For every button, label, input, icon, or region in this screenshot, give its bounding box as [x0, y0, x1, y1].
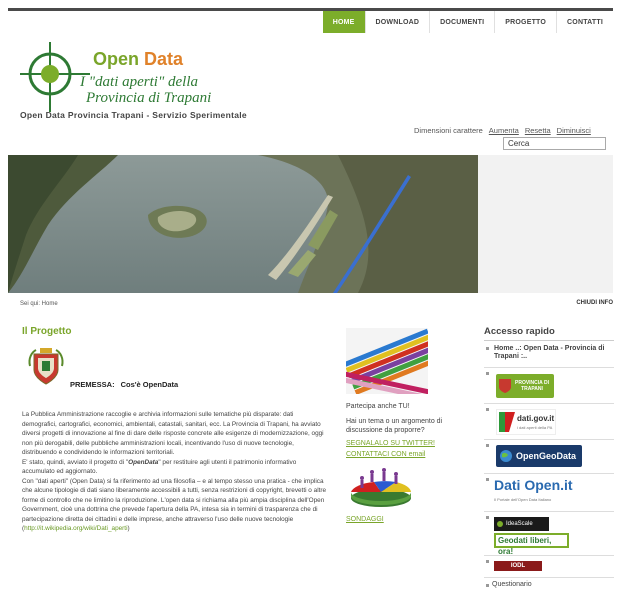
globe-icon: [500, 450, 512, 462]
survey-chart-image[interactable]: [346, 466, 416, 510]
ideascale-label: IdeaScale: [506, 521, 533, 527]
site-tagline: Open Data Provincia Trapani - Servizio S…: [20, 110, 247, 120]
nav-progetto[interactable]: PROGETTO: [494, 11, 556, 33]
ideascale-banner: IdeaScale: [494, 517, 549, 531]
bullet-icon: [486, 584, 489, 587]
font-reset-link[interactable]: Resetta: [525, 126, 551, 135]
paragraph-3-end: ): [127, 525, 130, 532]
provincia-banner: PROVINCIA DI TRAPANI: [496, 374, 554, 398]
opengeodata-label: OpenGeoData: [516, 451, 577, 461]
main-content: Il Progetto PREMESSA: Cos'è OpenData La P…: [22, 326, 329, 532]
article-body: La Pubblica Amministrazione raccoglie e …: [22, 410, 329, 534]
province-crest-icon: [28, 348, 64, 385]
twitter-link[interactable]: SEGNALALO SU TWITTER!: [346, 440, 435, 447]
quick-link-opengeodata[interactable]: OpenGeoData: [484, 440, 614, 474]
nav-home[interactable]: HOME: [322, 11, 365, 33]
quick-link-iodl[interactable]: IODL: [484, 556, 614, 578]
banner-side-panel: [478, 155, 613, 293]
bullet-icon: [486, 347, 489, 350]
logo-title-data: Data: [144, 49, 184, 69]
datigov-banner: dati.gov.it i dati aperti della PA: [496, 409, 556, 435]
bullet-icon: [486, 478, 489, 481]
aerial-photo-illustration: [8, 155, 478, 293]
close-info-button[interactable]: CHIUDI INFO: [576, 300, 613, 306]
logo-title: Open Data: [93, 49, 183, 70]
geodati-label: Geodati liberi, ora!: [494, 533, 569, 556]
font-increase-link[interactable]: Aumenta: [489, 126, 519, 135]
paragraph-3-text: Con "dati aperti" (Open Data) si fa rife…: [22, 477, 327, 533]
opendata-emphasis: OpenData: [128, 458, 159, 466]
datiopen-subtitle: Il Portale dell'Open Data Italiano: [494, 497, 552, 502]
quick-link-provincia[interactable]: PROVINCIA DI TRAPANI: [484, 368, 614, 404]
datigov-subtitle: i dati aperti della PA: [517, 425, 553, 430]
search-input[interactable]: [503, 137, 606, 150]
premessa-heading: PREMESSA: Cos'è OpenData: [70, 380, 178, 389]
logo-subtitle-line2: Provincia di Trapani: [86, 90, 212, 106]
quick-link-datigov[interactable]: dati.gov.it i dati aperti della PA: [484, 404, 614, 440]
datiopen-part-a: Dati: [494, 477, 525, 493]
provincia-label-2: TRAPANI: [521, 386, 543, 392]
logo-subtitle-line1: I "dati aperti" della: [80, 74, 199, 90]
quick-home-link[interactable]: Home ..: Open Data - Provincia di Trapan…: [484, 341, 614, 368]
datigov-label: dati.gov.it: [517, 414, 555, 423]
paragraph-2-start: E' stato, quindi, avviato il progetto di…: [22, 458, 129, 466]
wikipedia-link[interactable]: http://it.wikipedia.org/wiki/Dati_aperti: [24, 525, 127, 532]
partecipa-text: Partecipa anche TU!: [346, 403, 410, 410]
datiopen-part-c: .it: [560, 477, 573, 493]
main-nav: HOME DOWNLOAD DOCUMENTI PROGETTO CONTATT…: [322, 11, 613, 33]
quick-home-label: Home ..: Open Data - Provincia di Trapan…: [494, 345, 605, 360]
nav-download[interactable]: DOWNLOAD: [364, 11, 430, 33]
bullet-icon: [486, 408, 489, 411]
questionario-label: Questionario: [492, 581, 532, 588]
premessa-label: PREMESSA:: [70, 380, 115, 389]
breadcrumb: Sei qui: Home: [20, 301, 58, 307]
logo-subtitle: I "dati aperti" della Provincia di Trapa…: [80, 74, 211, 106]
nav-documenti[interactable]: DOCUMENTI: [429, 11, 494, 33]
font-decrease-link[interactable]: Diminuisci: [557, 126, 591, 135]
logo-title-open: Open: [93, 49, 140, 69]
ideascale-dot-icon: [497, 521, 503, 527]
quick-access-title: Accesso rapido: [484, 326, 614, 341]
questionario-link[interactable]: Questionario: [484, 578, 614, 589]
bullet-icon: [486, 516, 489, 519]
middle-column: Partecipa anche TU! Hai un tema o un arg…: [335, 328, 456, 523]
paragraph-1: La Pubblica Amministrazione raccoglie e …: [22, 411, 324, 456]
email-contact-link[interactable]: CONTATTACI CON email: [346, 451, 425, 458]
iodl-badge: IODL: [494, 561, 542, 571]
quick-access-sidebar: Accesso rapido Home ..: Open Data - Prov…: [484, 326, 614, 589]
paragraph-3: Con "dati aperti" (Open Data) si fa rife…: [22, 477, 329, 534]
question-text: Hai un tema o un argomento di discussion…: [346, 418, 443, 434]
colored-pencils-image: [335, 328, 440, 401]
site-logo[interactable]: Open Data I "dati aperti" della Provinci…: [20, 42, 300, 114]
bullet-icon: [486, 372, 489, 375]
page-title: Il Progetto: [22, 326, 72, 337]
datiopen-part-b: Open: [524, 477, 561, 493]
nav-contatti[interactable]: CONTATTI: [556, 11, 613, 33]
italy-flag-icon: [499, 412, 515, 432]
font-size-label: Dimensioni carattere: [414, 126, 483, 135]
opengeodata-banner: OpenGeoData: [496, 445, 582, 467]
banner-image: [8, 155, 478, 293]
font-size-controls: Dimensioni carattere Aumenta Resetta Dim…: [414, 126, 591, 135]
bullet-icon: [486, 560, 489, 563]
premessa-text: Cos'è OpenData: [120, 380, 179, 389]
datiopen-logo: Dati Open.it: [494, 477, 573, 493]
paragraph-2: E' stato, quindi, avviato il progetto di…: [22, 458, 329, 477]
quick-link-ideascale[interactable]: IdeaScale Geodati liberi, ora!: [484, 512, 614, 556]
bullet-icon: [486, 444, 489, 447]
quick-link-datiopen[interactable]: Dati Open.it Il Portale dell'Open Data I…: [484, 474, 614, 512]
provincia-crest-icon: [499, 379, 511, 393]
survey-link[interactable]: SONDAGGI: [346, 516, 384, 523]
